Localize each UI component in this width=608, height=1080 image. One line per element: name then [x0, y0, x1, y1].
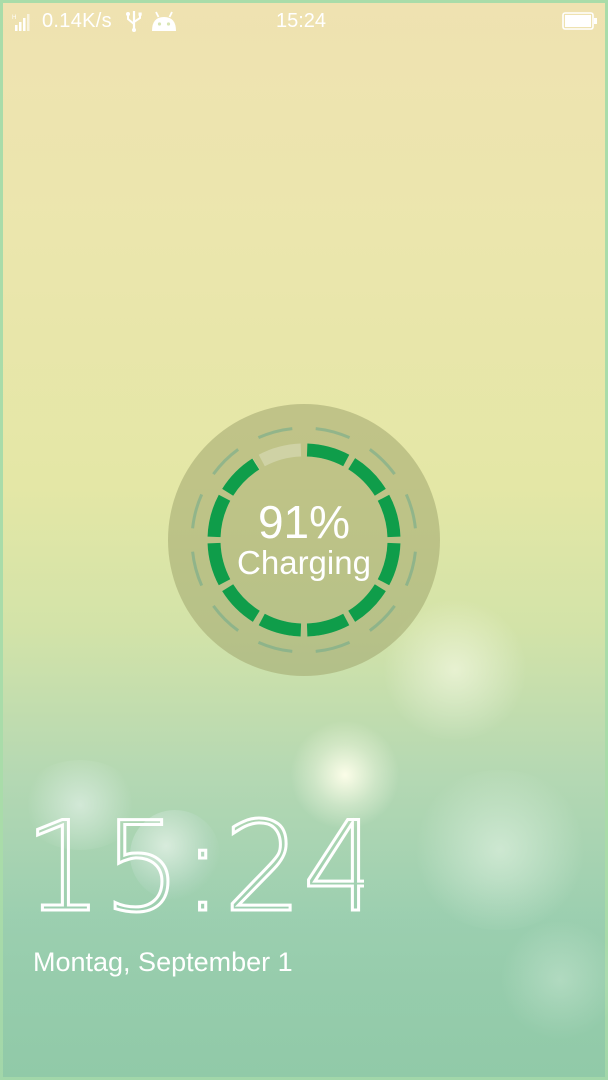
lock-screen[interactable]: H 0.14K/s 15:24 91% Charging 15:24 Monta… [0, 0, 608, 1080]
charge-percent: 91% [257, 496, 351, 548]
lockscreen-clock-text: 15:24 [24, 812, 364, 922]
status-bar[interactable]: H 0.14K/s 15:24 [0, 0, 608, 42]
android-icon [152, 11, 176, 31]
signal-icon: H [12, 14, 30, 31]
lockscreen-date: Montag, September 1 [33, 947, 293, 977]
svg-text:H: H [12, 15, 16, 21]
charge-status-label: Charging [237, 544, 371, 581]
network-speed: 0.14K/s [42, 10, 112, 32]
background-bokeh [410, 770, 590, 930]
lockscreen-clock: 15:24 [24, 812, 364, 922]
status-time: 15:24 [276, 10, 327, 32]
background-bokeh [500, 920, 608, 1040]
usb-icon [126, 11, 142, 32]
battery-icon [562, 12, 597, 30]
